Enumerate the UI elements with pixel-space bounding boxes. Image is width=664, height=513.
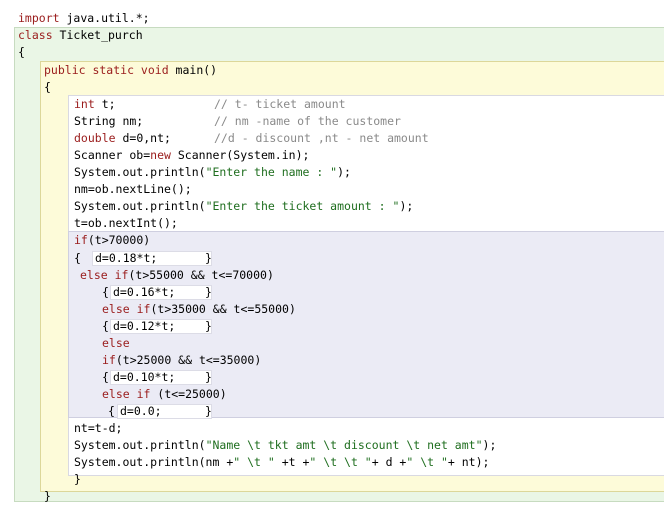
else-line: else — [102, 336, 130, 350]
discount-18-line: d=0.18*t; — [95, 251, 158, 265]
print-amount-prompt-line: System.out.println("Enter the ticket amo… — [74, 199, 414, 213]
brace-open-5: { — [108, 404, 115, 418]
read-name-line: nm=ob.nextLine(); — [74, 182, 192, 196]
decl-int-line: int t; — [74, 97, 116, 111]
brace-close-1: } — [205, 251, 212, 265]
comment-discount: //d - discount ,nt - net amount — [214, 131, 429, 145]
discount-12-line: d=0.12*t; — [113, 319, 176, 333]
class-close-brace: } — [44, 489, 51, 503]
brace-open-4: { — [102, 370, 109, 384]
decl-string-line: String nm; — [74, 114, 144, 128]
read-amount-line: t=ob.nextInt(); — [74, 216, 178, 230]
else-if-35000-line: else if(t>35000 && t<=55000) — [102, 302, 296, 316]
brace-close-4: } — [205, 370, 212, 384]
brace-open-3: { — [102, 319, 109, 333]
if-70000-line: if(t>70000) — [74, 233, 151, 247]
import-line: import java.util.*; — [18, 11, 150, 25]
discount-16-line: d=0.16*t; — [113, 285, 176, 299]
brace-open-1: { — [74, 251, 81, 265]
class-open-brace: { — [18, 45, 25, 59]
brace-open-2: { — [102, 285, 109, 299]
method-close-brace: } — [74, 472, 81, 486]
if-25000-line: if(t>25000 && t<=35000) — [102, 353, 262, 367]
print-header-line: System.out.println("Name \t tkt amt \t d… — [74, 438, 497, 452]
discount-10-line: d=0.10*t; — [113, 370, 176, 384]
net-amount-calc-line: nt=t-d; — [74, 421, 123, 435]
print-name-prompt-line: System.out.println("Enter the name : "); — [74, 165, 351, 179]
else-if-55000-line: else if(t>55000 && t<=70000) — [80, 268, 274, 282]
decl-double-line: double d=0,nt; — [74, 131, 171, 145]
class-declaration-line: class Ticket_purch — [18, 28, 143, 42]
brace-close-2: } — [205, 285, 212, 299]
method-signature-line: public static void main() — [44, 63, 218, 77]
brace-close-5: } — [205, 404, 212, 418]
comment-ticket-amount: // t- ticket amount — [214, 97, 346, 111]
print-values-line: System.out.println(nm +" \t " +t +" \t \… — [74, 455, 490, 469]
brace-close-3: } — [205, 319, 212, 333]
method-open-brace: { — [44, 80, 51, 94]
comment-customer-name: // nm -name of the customer — [214, 114, 401, 128]
discount-0-line: d=0.0; — [120, 404, 162, 418]
else-if-le-25000-line: else if (t<=25000) — [102, 387, 227, 401]
scanner-line: Scanner ob=new Scanner(System.in); — [74, 148, 310, 162]
